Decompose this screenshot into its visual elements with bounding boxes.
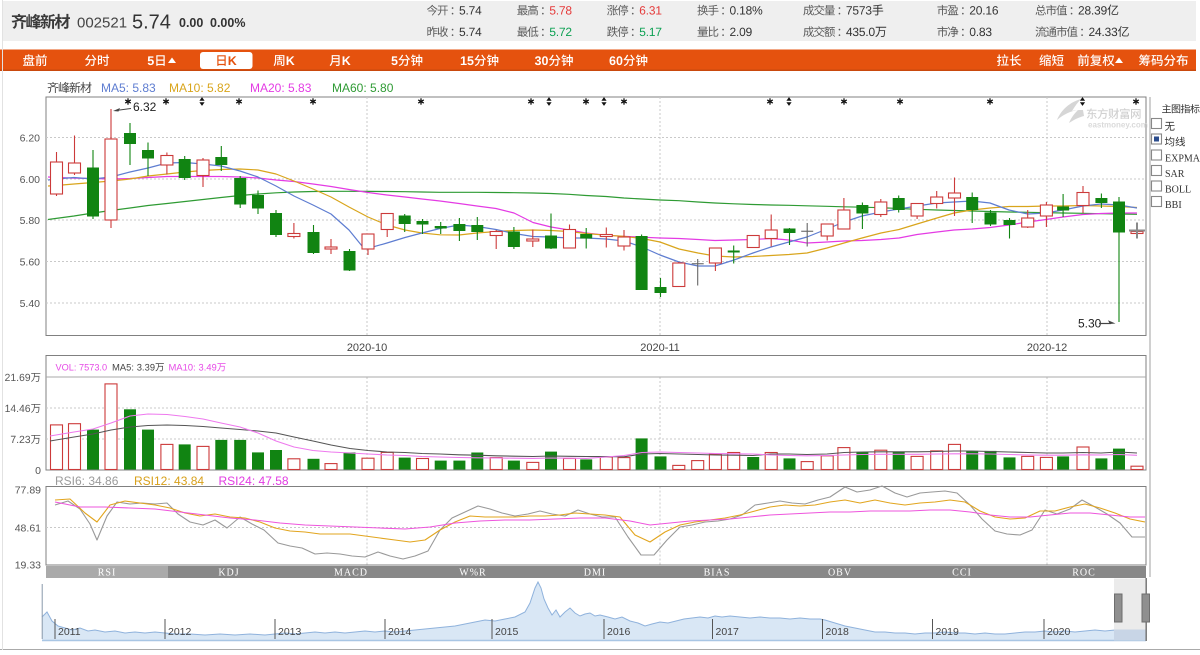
svg-text:2020: 2020 <box>1047 626 1071 638</box>
svg-text:2020-11: 2020-11 <box>640 342 680 354</box>
svg-text:BOLL: BOLL <box>1165 185 1191 196</box>
svg-text:2019: 2019 <box>936 626 960 638</box>
svg-text:5.80: 5.80 <box>20 215 41 227</box>
svg-text:eastmoney.com: eastmoney.com <box>1088 121 1148 130</box>
svg-text:6.20: 6.20 <box>20 133 41 145</box>
svg-text:2016: 2016 <box>607 626 631 638</box>
svg-text:0: 0 <box>35 465 41 477</box>
svg-text:2011: 2011 <box>58 626 81 638</box>
svg-text:BBI: BBI <box>1165 200 1182 211</box>
svg-text:DMI: DMI <box>584 568 606 579</box>
svg-text:2013: 2013 <box>278 626 302 638</box>
svg-text:0.00%: 0.00% <box>210 16 245 30</box>
svg-text:6.32: 6.32 <box>133 100 157 114</box>
svg-text:2017: 2017 <box>716 626 740 638</box>
svg-text:W%R: W%R <box>459 568 486 579</box>
svg-text:RSI12: 43.84: RSI12: 43.84 <box>134 474 204 488</box>
svg-text:MA20: 5.83: MA20: 5.83 <box>250 81 312 95</box>
svg-text:MACD: MACD <box>334 568 368 579</box>
svg-text:2018: 2018 <box>826 626 850 638</box>
svg-text:CCI: CCI <box>952 568 972 579</box>
svg-text:OBV: OBV <box>828 568 852 579</box>
svg-text:2012: 2012 <box>168 626 192 638</box>
svg-text:VOL: 7573.0: VOL: 7573.0 <box>56 363 108 373</box>
svg-text:MA10: 5.82: MA10: 5.82 <box>169 81 231 95</box>
svg-text:2015: 2015 <box>495 626 519 638</box>
svg-text:6.00: 6.00 <box>20 174 41 186</box>
svg-text:2020-10: 2020-10 <box>347 342 387 354</box>
svg-text:ROC: ROC <box>1072 568 1096 579</box>
svg-text:MA5: 5.83: MA5: 5.83 <box>101 81 156 95</box>
svg-text:19.33: 19.33 <box>15 560 41 572</box>
svg-text:BIAS: BIAS <box>704 568 731 579</box>
svg-text:5.40: 5.40 <box>20 298 41 310</box>
svg-text:0.00: 0.00 <box>179 16 203 30</box>
svg-text:KDJ: KDJ <box>218 568 239 579</box>
svg-text:5.30: 5.30 <box>1078 317 1102 331</box>
svg-text:RSI6: 34.86: RSI6: 34.86 <box>55 474 119 488</box>
svg-text:48.61: 48.61 <box>15 523 41 535</box>
svg-text:77.89: 77.89 <box>15 485 41 497</box>
svg-text:5.74: 5.74 <box>132 12 171 34</box>
svg-text:2020-12: 2020-12 <box>1027 342 1067 354</box>
svg-text:002521: 002521 <box>77 15 127 32</box>
svg-text:RSI24: 47.58: RSI24: 47.58 <box>219 474 289 488</box>
svg-text:EXPMA: EXPMA <box>1165 154 1200 165</box>
svg-text:2014: 2014 <box>388 626 412 638</box>
svg-text:SAR: SAR <box>1165 169 1185 180</box>
svg-text:RSI: RSI <box>98 568 117 579</box>
svg-text:MA60: 5.80: MA60: 5.80 <box>332 81 394 95</box>
svg-text:5.60: 5.60 <box>20 257 41 269</box>
